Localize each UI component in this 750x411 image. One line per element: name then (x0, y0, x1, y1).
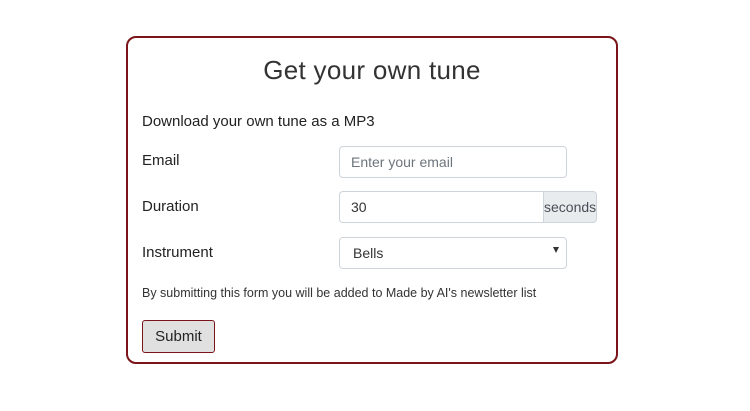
instrument-selected-value: Bells (353, 245, 384, 261)
instrument-select[interactable]: Bells (339, 237, 567, 269)
duration-input-group: seconds (339, 191, 598, 223)
tune-form-card: Get your own tune Download your own tune… (126, 36, 618, 364)
newsletter-notice: By submitting this form you will be adde… (142, 286, 537, 300)
duration-label: Duration (142, 198, 199, 215)
chevron-down-icon (553, 247, 559, 253)
duration-unit-addon: seconds (543, 191, 598, 223)
form-intro: Download your own tune as a MP3 (142, 113, 375, 130)
form-title: Get your own tune (263, 55, 481, 85)
submit-button[interactable]: Submit (142, 320, 215, 353)
email-input[interactable] (339, 146, 567, 178)
instrument-label: Instrument (142, 244, 213, 261)
email-label: Email (142, 152, 180, 169)
duration-input[interactable] (339, 191, 543, 223)
